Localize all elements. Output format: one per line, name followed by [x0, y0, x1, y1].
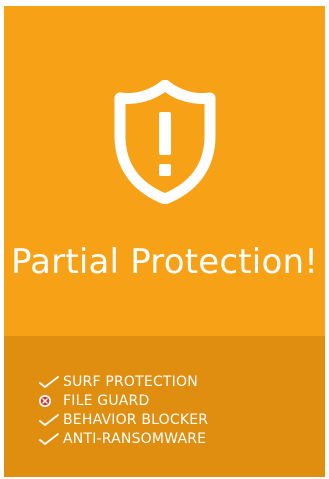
feature-file-guard: FILE GUARD	[38, 391, 208, 410]
feature-label: SURF PROTECTION	[63, 373, 198, 390]
error-x-icon	[38, 393, 60, 409]
feature-behavior-blocker: BEHAVIOR BLOCKER	[38, 410, 208, 429]
feature-status-panel: SURF PROTECTION FILE GUARD BEHAVIOR BLOC…	[4, 336, 325, 477]
checkmark-icon	[38, 374, 60, 390]
protection-status-card: Partial Protection! SURF PROTECTION FILE…	[4, 6, 325, 477]
feature-surf-protection: SURF PROTECTION	[38, 372, 208, 391]
shield-exclamation-icon	[114, 80, 216, 204]
checkmark-icon	[38, 412, 60, 428]
protection-status-title: Partial Protection!	[10, 242, 319, 282]
feature-label: ANTI-RANSOMWARE	[63, 430, 207, 447]
feature-list: SURF PROTECTION FILE GUARD BEHAVIOR BLOC…	[38, 372, 208, 448]
feature-label: BEHAVIOR BLOCKER	[63, 411, 209, 428]
status-header: Partial Protection!	[4, 6, 325, 336]
checkmark-icon	[38, 431, 60, 447]
feature-anti-ransomware: ANTI-RANSOMWARE	[38, 429, 208, 448]
feature-label: FILE GUARD	[63, 392, 150, 409]
